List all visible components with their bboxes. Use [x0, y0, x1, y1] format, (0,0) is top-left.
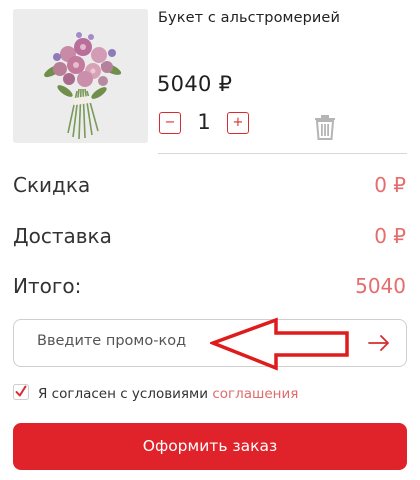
arrow-right-icon[interactable] [368, 334, 390, 352]
delivery-label: Доставка [13, 224, 112, 248]
bouquet-photo [13, 9, 148, 143]
agreement-link[interactable]: соглашения [212, 386, 298, 402]
product-price: 5040 ₽ [157, 72, 233, 96]
trash-icon[interactable] [313, 114, 337, 140]
annotation-arrow-icon [210, 317, 349, 371]
product-image[interactable] [13, 9, 148, 143]
delivery-value: 0 ₽ [374, 224, 406, 248]
quantity-value: 1 [197, 110, 211, 134]
total-value: 5040 [355, 274, 406, 298]
increase-quantity-button[interactable]: + [227, 112, 249, 134]
checkmark-icon [13, 384, 29, 400]
agreement-checkbox[interactable] [13, 384, 29, 400]
total-label: Итого: [13, 274, 82, 298]
product-name[interactable]: Букет с альстромерией [158, 10, 340, 26]
agreement-label: Я согласен с условиями [38, 386, 209, 402]
checkout-button[interactable]: Оформить заказ [13, 423, 407, 470]
discount-value: 0 ₽ [374, 173, 406, 197]
decrease-quantity-button[interactable]: − [159, 112, 181, 134]
divider [158, 153, 407, 154]
discount-label: Скидка [13, 173, 91, 197]
agreement-text: Я согласен с условиями соглашения [38, 386, 298, 402]
